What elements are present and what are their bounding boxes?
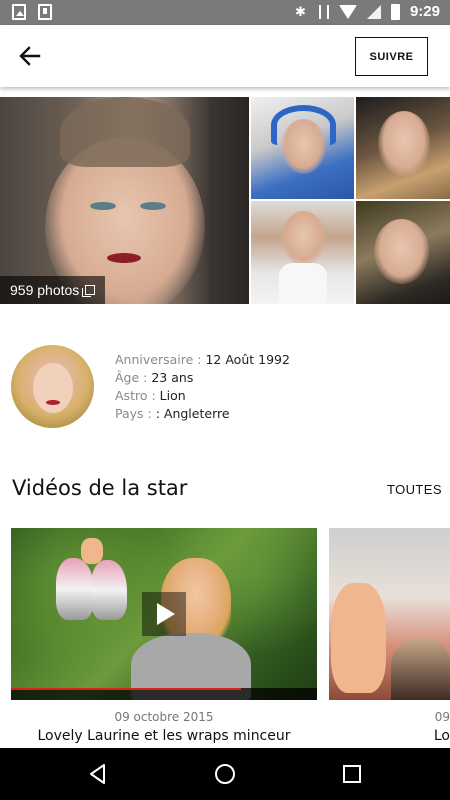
- download-icon: [38, 4, 52, 20]
- birthday-label: Anniversaire :: [115, 352, 202, 367]
- birthday-value: 12 Août 1992: [205, 352, 290, 367]
- video-thumbnail[interactable]: [11, 528, 317, 700]
- play-icon: [157, 603, 175, 625]
- star-avatar: [11, 345, 94, 428]
- status-time: 9:29: [409, 3, 440, 20]
- nav-recent-icon: [343, 765, 361, 783]
- country-value: : Angleterre: [155, 406, 230, 421]
- screen: 9:29 SUIVRE 959 photos: [0, 0, 450, 800]
- bluetooth-icon: [295, 4, 309, 20]
- star-details: Anniversaire : 12 Août 1992 Âge : 23 ans…: [115, 351, 290, 423]
- nav-back-button[interactable]: [86, 762, 110, 786]
- birthday-row: Anniversaire : 12 Août 1992: [115, 351, 290, 369]
- age-label: Âge :: [115, 370, 148, 385]
- age-row: Âge : 23 ans: [115, 369, 290, 387]
- status-bar: 9:29: [0, 0, 450, 25]
- age-value: 23 ans: [151, 370, 194, 385]
- astro-value: Lion: [159, 388, 186, 403]
- video-date: 09: [434, 710, 450, 724]
- back-button[interactable]: [14, 40, 46, 72]
- gallery-photo-3[interactable]: [356, 97, 450, 199]
- photo-count-label: 959 photos: [10, 282, 80, 298]
- signal-icon: [366, 4, 381, 19]
- video-card[interactable]: 09 octobre 2015 Lovely Laurine et les wr…: [11, 528, 317, 744]
- video-player-bar: [11, 688, 317, 700]
- astro-row: Astro : Lion: [115, 387, 290, 405]
- country-row: Pays : : Angleterre: [115, 405, 290, 423]
- vibrate-icon: [318, 5, 329, 19]
- gallery-photo-4[interactable]: [251, 201, 354, 304]
- app-bar: SUIVRE: [0, 25, 450, 87]
- photo-count-badge[interactable]: 959 photos: [0, 276, 106, 304]
- gallery-photo-main[interactable]: 959 photos: [0, 97, 249, 304]
- arrow-left-icon: [19, 46, 41, 66]
- country-label: Pays :: [115, 406, 152, 421]
- astro-label: Astro :: [115, 388, 156, 403]
- video-thumbnail[interactable]: [329, 528, 450, 700]
- wifi-icon: [338, 4, 357, 19]
- gallery-stack-icon: [82, 285, 96, 297]
- video-date: 09 octobre 2015: [114, 710, 214, 724]
- video-progress: [11, 688, 241, 690]
- battery-icon: [390, 3, 400, 20]
- nav-home-button[interactable]: [213, 762, 237, 786]
- gallery-photo-5[interactable]: [356, 201, 450, 304]
- system-nav-bar: [0, 748, 450, 800]
- nav-back-icon: [90, 764, 105, 784]
- image-icon: [12, 4, 26, 20]
- nav-home-icon: [215, 764, 235, 784]
- video-title: Lo: [433, 728, 450, 744]
- videos-section-title: Vidéos de la star: [12, 476, 188, 500]
- video-card[interactable]: 09 Lo: [329, 528, 450, 744]
- all-videos-link[interactable]: TOUTES: [387, 482, 442, 497]
- follow-button[interactable]: SUIVRE: [355, 37, 428, 76]
- video-title: Lovely Laurine et les wraps minceur: [37, 728, 291, 744]
- play-button[interactable]: [142, 592, 186, 636]
- photo-gallery: 959 photos: [0, 97, 450, 304]
- nav-recent-button[interactable]: [340, 762, 364, 786]
- gallery-photo-2[interactable]: [251, 97, 354, 199]
